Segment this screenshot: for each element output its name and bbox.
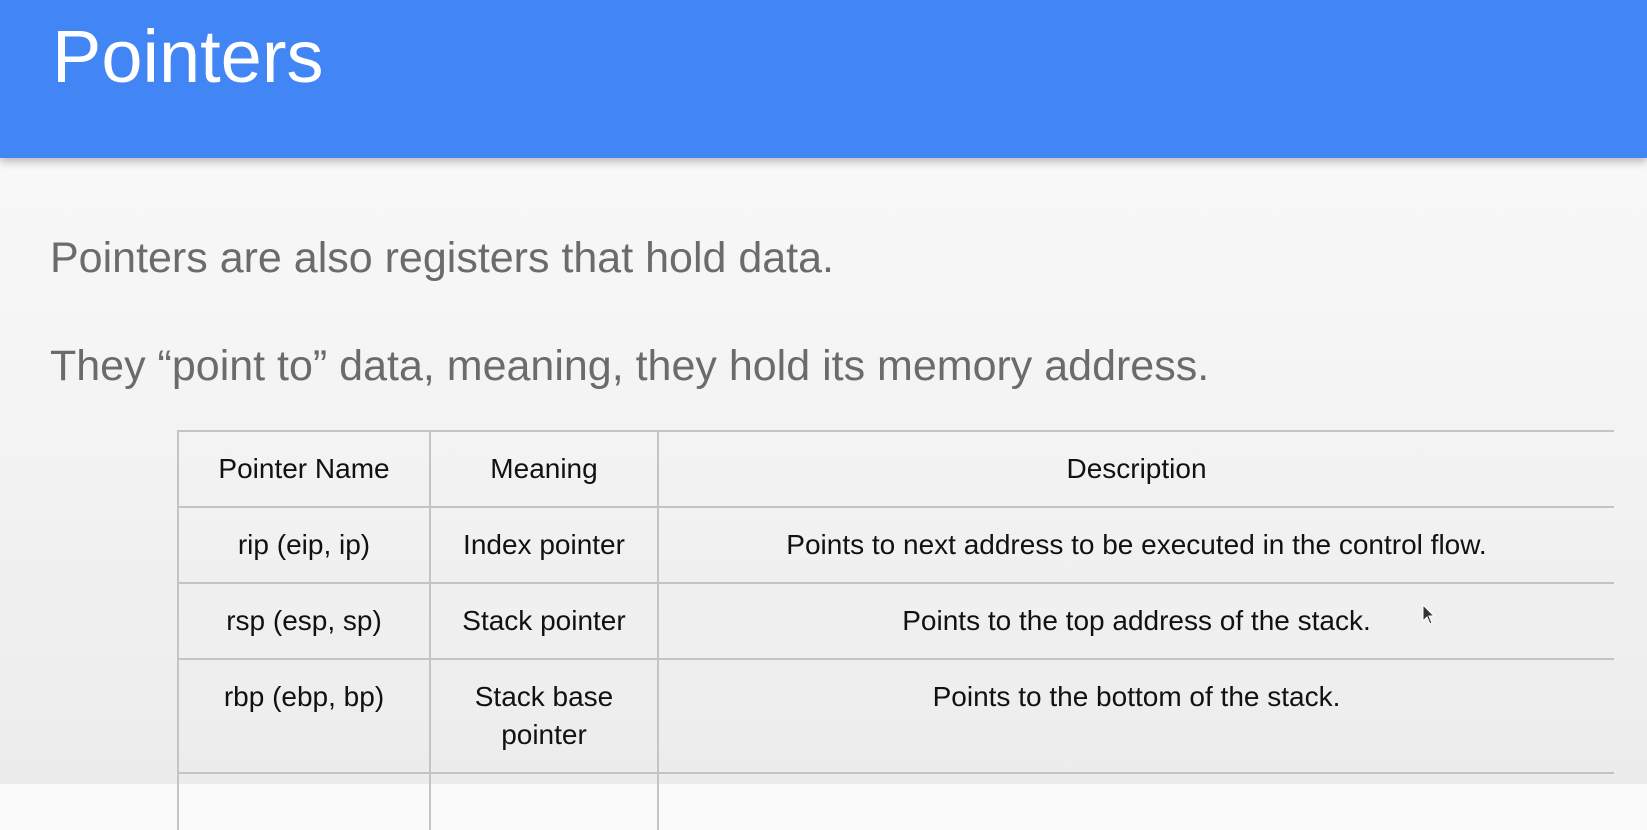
body-paragraph-point-to: They “point to” data, meaning, they hold…: [50, 342, 1210, 390]
cell-description: Points to the bottom of the stack.: [657, 658, 1614, 774]
header-description: Description: [657, 430, 1614, 508]
table-row: rsp (esp, sp) Stack pointer Points to th…: [177, 582, 1614, 660]
pointer-table-container: Pointer Name Meaning Description rip (ei…: [177, 430, 1614, 830]
cell-meaning: Stack base pointer: [429, 658, 659, 774]
title-bar: Pointers: [0, 0, 1647, 158]
slide-title: Pointers: [52, 15, 324, 98]
mouse-pointer-icon: [1422, 603, 1436, 631]
cell-meaning: Index pointer: [429, 506, 659, 584]
table-row: rip (eip, ip) Index pointer Points to ne…: [177, 506, 1614, 584]
cell-empty: [429, 772, 659, 830]
header-pointer-name: Pointer Name: [177, 430, 431, 508]
cell-empty: [177, 772, 431, 830]
cell-meaning: Stack pointer: [429, 582, 659, 660]
cell-pointer-name: rbp (ebp, bp): [177, 658, 431, 774]
pointer-table: Pointer Name Meaning Description rip (ei…: [177, 430, 1614, 830]
cell-description: Points to next address to be executed in…: [657, 506, 1614, 584]
cell-pointer-name: rip (eip, ip): [177, 506, 431, 584]
body-paragraph-registers: Pointers are also registers that hold da…: [50, 234, 834, 282]
table-header-row: Pointer Name Meaning Description: [177, 430, 1614, 508]
cell-empty: [657, 772, 1614, 830]
cell-pointer-name: rsp (esp, sp): [177, 582, 431, 660]
header-meaning: Meaning: [429, 430, 659, 508]
cell-description: Points to the top address of the stack.: [657, 582, 1614, 660]
table-row: rbp (ebp, bp) Stack base pointer Points …: [177, 658, 1614, 774]
table-row-partial: [177, 772, 1614, 830]
